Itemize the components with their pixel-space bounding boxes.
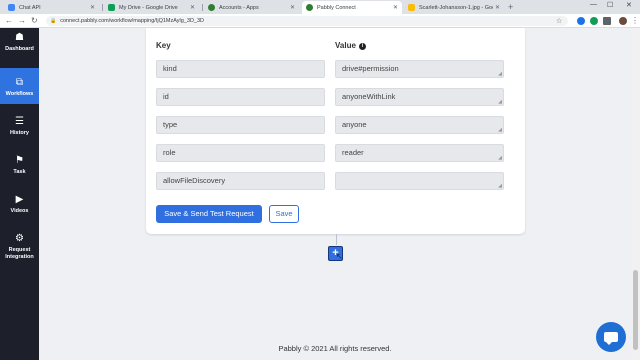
browser-tab-scarlett[interactable]: Scarlett-Johansson-1.jpg - Goog ✕: [404, 1, 504, 14]
close-tab-icon[interactable]: ✕: [290, 4, 295, 11]
close-tab-icon[interactable]: ✕: [393, 4, 398, 11]
key-field-id[interactable]: id: [156, 88, 325, 106]
new-tab-icon[interactable]: +: [508, 2, 513, 12]
value-field-allow-file-discovery[interactable]: ◢: [335, 172, 504, 190]
scrollbar-thumb[interactable]: [633, 270, 638, 350]
minimize-icon[interactable]: —: [590, 1, 597, 8]
close-tab-icon[interactable]: ✕: [495, 4, 500, 11]
drive-favicon-icon: [108, 4, 115, 11]
page-scrollbar[interactable]: [631, 28, 640, 360]
key-field-role[interactable]: role: [156, 144, 325, 162]
task-icon: ⚑: [15, 155, 24, 166]
resize-grip-icon[interactable]: ◢: [498, 100, 502, 105]
sidebar-item-task[interactable]: ⚑ Task: [0, 155, 39, 185]
browser-menu-icon[interactable]: ⋮: [631, 16, 639, 25]
url-field[interactable]: 🔒 connect.pabbly.com/workflow/mapping/Ij…: [46, 16, 568, 26]
main-content: Key Value i kind drive#permission ◢ id any…: [39, 28, 631, 360]
save-send-test-request-button[interactable]: Save & Send Test Request: [156, 205, 262, 223]
extension-icon[interactable]: [590, 17, 598, 25]
bookmark-star-icon[interactable]: ☆: [556, 17, 562, 25]
step-connector-line: [336, 234, 337, 245]
value-field-role[interactable]: reader ◢: [335, 144, 504, 162]
extension-icon[interactable]: [577, 17, 585, 25]
mapping-card: Key Value i kind drive#permission ◢ id any…: [146, 28, 525, 234]
save-button[interactable]: Save: [269, 205, 299, 223]
history-list-icon: ☰: [15, 116, 24, 127]
key-field-kind[interactable]: kind: [156, 60, 325, 78]
forward-icon[interactable]: →: [18, 16, 26, 26]
url-text: connect.pabbly.com/workflow/mapping/IjQ1…: [60, 18, 205, 24]
play-icon: ▶: [15, 194, 24, 205]
gears-icon: ⚙: [15, 233, 24, 244]
value-field-type[interactable]: anyone ◢: [335, 116, 504, 134]
sidebar-item-dashboard[interactable]: ☗ Dashboard: [0, 32, 39, 62]
app-sidebar: ☗ Dashboard ⧉ Workflows ☰ History ⚑ Task…: [0, 28, 39, 360]
extensions-puzzle-icon[interactable]: [603, 17, 611, 25]
tab-favicon-icon: [8, 4, 15, 11]
lock-icon: 🔒: [50, 18, 57, 24]
maximize-icon[interactable]: ☐: [607, 1, 613, 9]
close-tab-icon[interactable]: ✕: [90, 4, 95, 11]
pabbly-favicon-icon: [306, 4, 313, 11]
browser-tab-accounts[interactable]: Accounts - Apps ✕: [204, 1, 299, 14]
key-field-allow-file-discovery[interactable]: allowFileDiscovery: [156, 172, 325, 190]
chat-widget-button[interactable]: [596, 322, 626, 352]
profile-avatar[interactable]: [619, 17, 627, 25]
image-favicon-icon: [408, 4, 415, 11]
back-icon[interactable]: ←: [5, 16, 13, 26]
browser-tab-pabbly-connect[interactable]: Pabbly Connect ✕: [302, 1, 402, 14]
reload-icon[interactable]: ↻: [31, 16, 38, 26]
info-icon[interactable]: i: [358, 43, 366, 50]
value-field-kind[interactable]: drive#permission ◢: [335, 60, 504, 78]
resize-grip-icon[interactable]: ◢: [498, 184, 502, 189]
tab-separator: [102, 4, 103, 11]
workflow-icon: ⧉: [15, 77, 24, 88]
close-window-icon[interactable]: ✕: [626, 1, 632, 9]
resize-grip-icon[interactable]: ◢: [498, 156, 502, 161]
mouse-cursor-icon: ↖: [336, 252, 343, 261]
resize-grip-icon[interactable]: ◢: [498, 72, 502, 77]
sidebar-item-request-integration[interactable]: ⚙ Request Integration: [0, 233, 39, 273]
value-header: Value i: [335, 41, 366, 50]
resize-grip-icon[interactable]: ◢: [498, 128, 502, 133]
tab-separator: [202, 4, 203, 11]
browser-tab-strip: Chat API ✕ My Drive - Google Drive ✕ Acc…: [0, 0, 640, 14]
browser-tab-chat-api[interactable]: Chat API ✕: [4, 1, 99, 14]
dashboard-icon: ☗: [15, 32, 24, 43]
sidebar-item-workflows[interactable]: ⧉ Workflows: [0, 68, 39, 104]
pabbly-favicon-icon: [208, 4, 215, 11]
value-field-id[interactable]: anyoneWithLink ◢: [335, 88, 504, 106]
key-field-type[interactable]: type: [156, 116, 325, 134]
sidebar-item-history[interactable]: ☰ History: [0, 116, 39, 146]
chat-bubble-icon: [604, 332, 618, 345]
page-footer: Pabbly © 2021 All rights reserved.: [278, 344, 392, 353]
close-tab-icon[interactable]: ✕: [190, 4, 195, 11]
key-header: Key: [156, 41, 171, 50]
browser-tab-my-drive[interactable]: My Drive - Google Drive ✕: [104, 1, 199, 14]
address-bar: ← → ↻ 🔒 connect.pabbly.com/workflow/mapp…: [0, 14, 640, 28]
sidebar-item-videos[interactable]: ▶ Videos: [0, 194, 39, 224]
